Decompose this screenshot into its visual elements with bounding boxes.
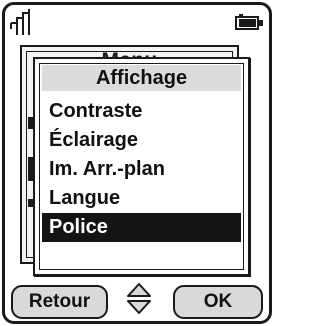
display-settings-dialog: Affichage Contraste Éclairage Im. Arr.-p… <box>33 57 250 276</box>
menu-item-langue[interactable]: Langue <box>42 184 241 213</box>
menu-item-eclairage[interactable]: Éclairage <box>42 126 241 155</box>
ok-softkey[interactable]: OK <box>173 285 263 319</box>
back-softkey[interactable]: Retour <box>11 285 108 319</box>
up-down-arrows-icon[interactable] <box>126 281 152 317</box>
dialog-title: Affichage <box>42 65 241 91</box>
phone-screen: Menu Affichage Contraste Éclairage Im. A… <box>2 2 272 324</box>
menu-item-wallpaper[interactable]: Im. Arr.-plan <box>42 155 241 184</box>
signal-strength-icon <box>10 9 30 35</box>
battery-icon <box>235 14 263 30</box>
menu-item-contraste[interactable]: Contraste <box>42 97 241 126</box>
menu-item-police[interactable]: Police <box>42 213 241 242</box>
display-settings-menu: Contraste Éclairage Im. Arr.-plan Langue… <box>42 97 241 242</box>
